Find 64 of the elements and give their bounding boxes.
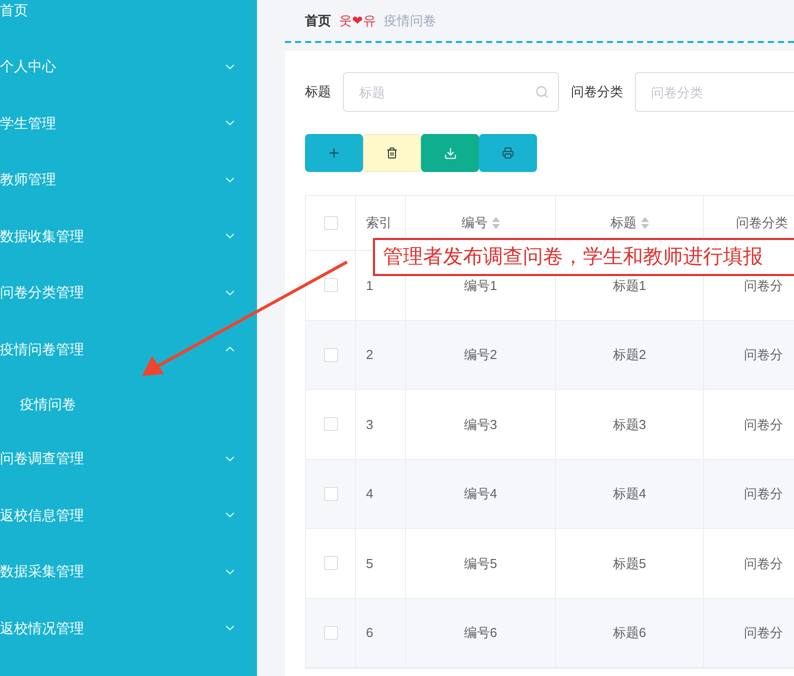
table-cell-text: 2 <box>366 346 374 364</box>
table-cell-text: 问卷分 <box>744 554 783 572</box>
sort-icon[interactable] <box>640 217 648 229</box>
plus-icon <box>327 146 341 160</box>
trash-icon <box>386 147 398 159</box>
table-cell-text: 4 <box>366 485 374 503</box>
annotation-callout: 管理者发布调查问卷，学生和教师进行填报 <box>373 238 794 276</box>
table-cell-text: 问卷分 <box>744 346 783 364</box>
checkbox[interactable] <box>324 486 338 501</box>
column-header[interactable]: 标题 <box>610 213 648 233</box>
table-cell-text: 6 <box>366 624 374 642</box>
table-cell-text: 标题2 <box>612 346 646 364</box>
printer-icon <box>502 147 514 159</box>
column-header: 索引 <box>366 214 392 232</box>
filter-field[interactable]: 标题 <box>343 72 559 112</box>
submenu-item[interactable]: 疫情问卷 <box>0 378 257 430</box>
filter-label: 问卷分类 <box>571 83 623 102</box>
table-cell-text: 标题6 <box>612 624 646 642</box>
table-cell-text: 编号3 <box>464 416 498 434</box>
column-header[interactable]: 编号 <box>462 213 500 233</box>
sidebar-item[interactable]: 数据收集管理 <box>0 208 257 264</box>
sidebar-item[interactable]: 返校信息管理 <box>0 487 257 544</box>
filter-label: 标题 <box>305 83 331 102</box>
table-cell-text: 标题1 <box>612 276 646 294</box>
checkbox[interactable] <box>324 348 338 362</box>
sidebar-item[interactable]: 疫情问卷管理 <box>0 321 257 378</box>
filter-field[interactable]: 问卷分类 <box>635 72 794 112</box>
table-cell-text: 问卷分 <box>744 485 783 503</box>
checkbox[interactable] <box>324 556 338 570</box>
breadcrumb-current: 疫情问卷 <box>384 12 436 30</box>
sidebar-item[interactable]: 教师管理 <box>0 152 257 208</box>
sidebar-item[interactable]: 问卷调查管理 <box>0 430 257 487</box>
delete-button[interactable] <box>363 134 421 172</box>
sidebar-item[interactable]: 首页 <box>0 0 257 38</box>
checkbox[interactable] <box>324 626 338 640</box>
sidebar-item[interactable]: 数据采集管理 <box>0 544 257 600</box>
table-cell-text: 1 <box>366 276 374 294</box>
checkbox[interactable] <box>324 417 338 432</box>
table-cell-text: 标题5 <box>612 554 646 572</box>
download-icon <box>444 146 456 160</box>
table-cell-text: 标题4 <box>612 485 646 503</box>
sort-icon[interactable] <box>492 217 500 229</box>
sidebar-item[interactable]: 问卷分类管理 <box>0 264 257 321</box>
table-cell-text: 问卷分 <box>744 276 783 294</box>
search-icon <box>535 85 549 99</box>
checkbox[interactable] <box>324 216 338 230</box>
table-cell-text: 编号5 <box>464 554 498 572</box>
sidebar-item[interactable]: 返校情况管理 <box>0 600 257 656</box>
sidebar-item[interactable]: 学生管理 <box>0 95 257 152</box>
table-cell-text: 3 <box>366 416 374 434</box>
table-cell-text: 5 <box>366 554 374 572</box>
table-cell-text: 问卷分 <box>744 416 783 434</box>
breadcrumb-separator: 웃❤유 <box>339 12 376 30</box>
table-cell-text: 编号4 <box>464 485 498 503</box>
table-cell-text: 标题3 <box>612 416 646 434</box>
sidebar-item[interactable]: 个人中心 <box>0 38 257 95</box>
table-cell-text: 问卷分 <box>744 624 783 642</box>
table-cell-text: 编号2 <box>464 346 498 364</box>
column-header: 问卷分类 <box>736 214 788 232</box>
table-cell-text: 编号6 <box>464 624 498 642</box>
breadcrumb-home[interactable]: 首页 <box>305 10 331 30</box>
table-cell-text: 编号1 <box>464 276 498 294</box>
checkbox[interactable] <box>324 278 338 292</box>
print-button[interactable] <box>479 134 537 172</box>
